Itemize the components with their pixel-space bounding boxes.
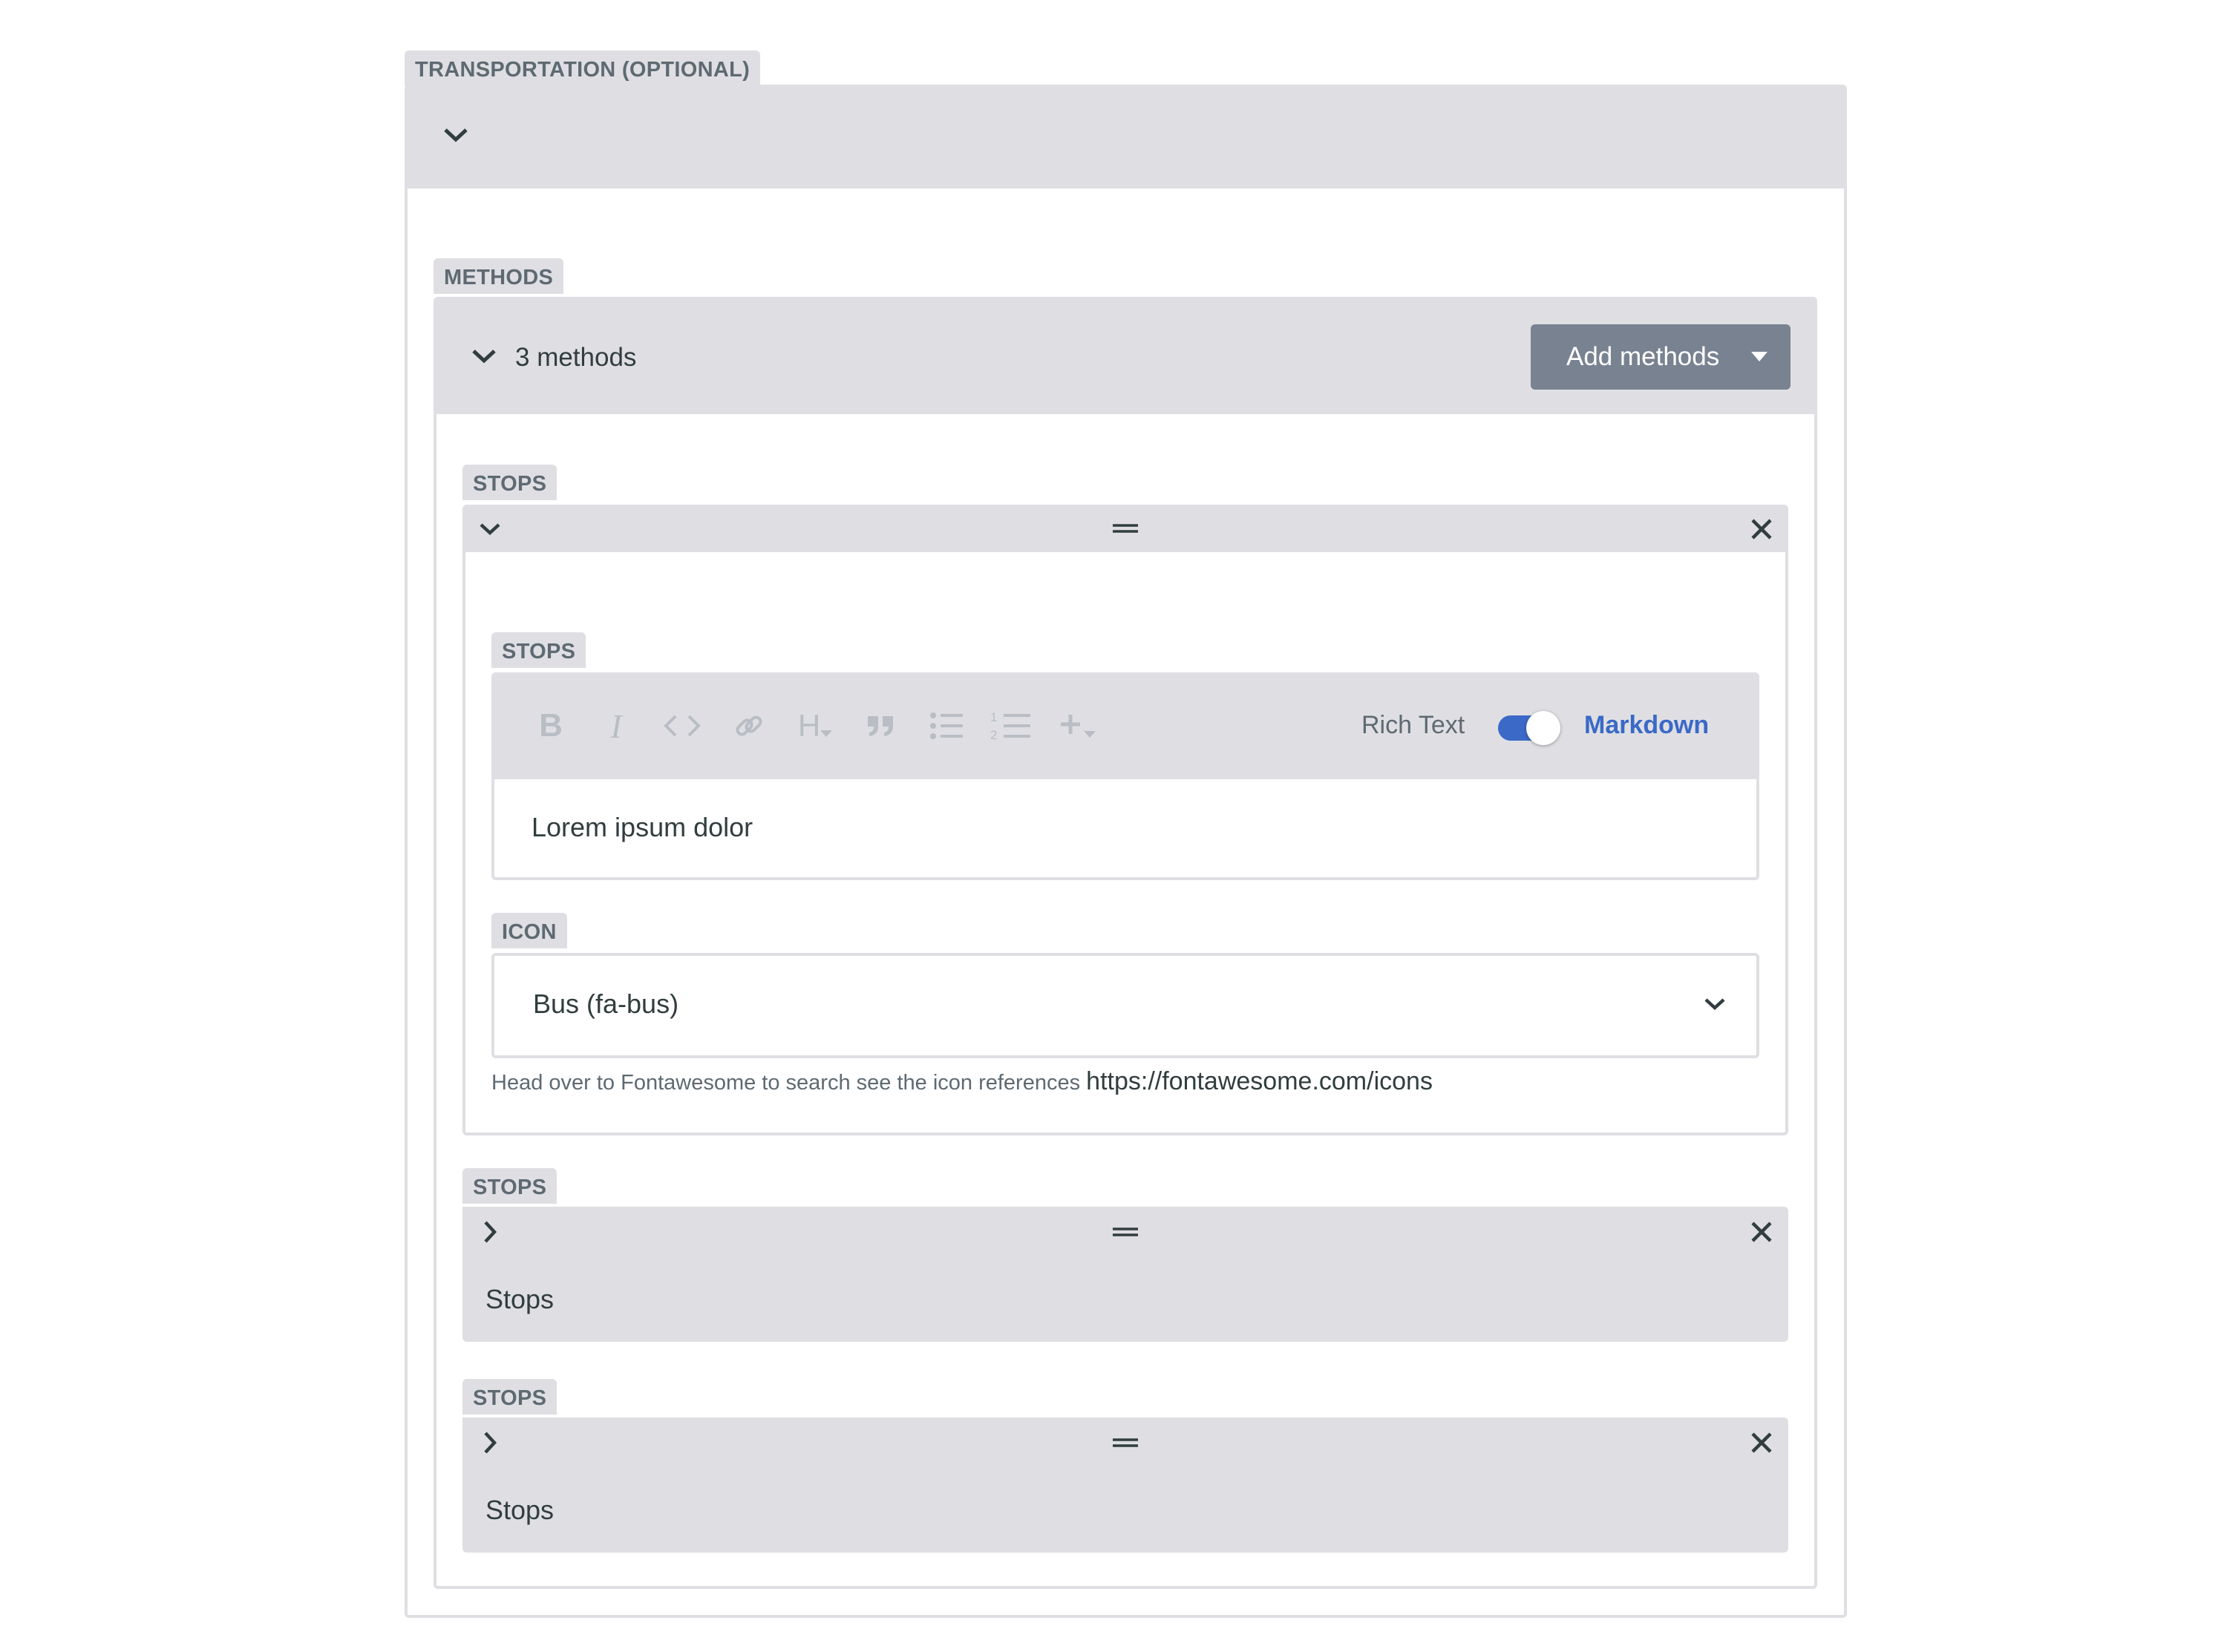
add-methods-label: Add methods (1566, 342, 1720, 371)
heading-icon[interactable]: H (785, 672, 845, 779)
transportation-label: TRANSPORTATION (OPTIONAL) (405, 50, 761, 86)
drag-handle-icon[interactable] (1111, 519, 1140, 537)
stops-field-label: STOPS (491, 632, 586, 668)
icon-select-value: Bus (fa-bus) (533, 989, 679, 1019)
quote-icon[interactable] (855, 672, 907, 779)
add-methods-button[interactable]: Add methods (1531, 324, 1791, 390)
rich-text-label[interactable]: Rich Text (1361, 711, 1465, 740)
stops-item-3-expand-icon[interactable] (475, 1428, 505, 1458)
stops-item-1-collapse-icon[interactable] (474, 517, 506, 542)
bulleted-list-icon[interactable] (920, 672, 972, 779)
methods-collapse-icon[interactable] (465, 341, 503, 371)
remove-item-3-icon[interactable] (1747, 1429, 1776, 1457)
caret-down-icon (1750, 350, 1768, 364)
icon-hint-text: Head over to Fontawesome to search see t… (491, 1071, 1081, 1095)
methods-label: METHODS (434, 258, 564, 294)
svg-text:2: 2 (990, 728, 997, 742)
add-component-icon[interactable] (1048, 672, 1108, 779)
icon-hint: Head over to Fontawesome to search see t… (491, 1067, 1433, 1096)
transportation-collapse-icon[interactable] (436, 120, 475, 150)
italic-icon[interactable]: I (594, 672, 638, 779)
drag-handle-icon[interactable] (1111, 1223, 1140, 1241)
stops-editor-content[interactable]: Lorem ipsum dolor (532, 812, 753, 843)
bold-icon[interactable]: B (529, 672, 573, 779)
transportation-header (405, 85, 1847, 189)
code-icon[interactable] (656, 672, 708, 779)
markdown-label[interactable]: Markdown (1584, 711, 1709, 740)
link-icon[interactable] (723, 672, 775, 779)
icon-select[interactable] (491, 953, 1759, 1058)
remove-item-2-icon[interactable] (1747, 1218, 1776, 1246)
toggle-knob (1526, 711, 1560, 745)
markdown-toggle[interactable] (1498, 711, 1560, 745)
drag-handle-icon[interactable] (1111, 1434, 1140, 1452)
numbered-list-icon[interactable]: 12 (984, 672, 1036, 779)
svg-text:1: 1 (990, 710, 997, 724)
stops-item-2-expand-icon[interactable] (475, 1217, 505, 1247)
methods-count: 3 methods (515, 343, 637, 372)
stops-item-3-label: STOPS (462, 1379, 557, 1415)
stops-item-3-summary: Stops (485, 1495, 555, 1525)
editor-toolbar: B I H 12 Rich Text Markdown (491, 672, 1759, 779)
stops-item-1-label: STOPS (462, 465, 557, 500)
stops-item-2-summary: Stops (485, 1284, 555, 1314)
remove-item-1-icon[interactable] (1747, 515, 1776, 543)
icon-field-label: ICON (491, 913, 567, 948)
icon-hint-link[interactable]: https://fontawesome.com/icons (1086, 1067, 1433, 1095)
icon-select-chevron-down-icon[interactable] (1700, 991, 1730, 1017)
stops-item-2-label: STOPS (462, 1168, 557, 1204)
